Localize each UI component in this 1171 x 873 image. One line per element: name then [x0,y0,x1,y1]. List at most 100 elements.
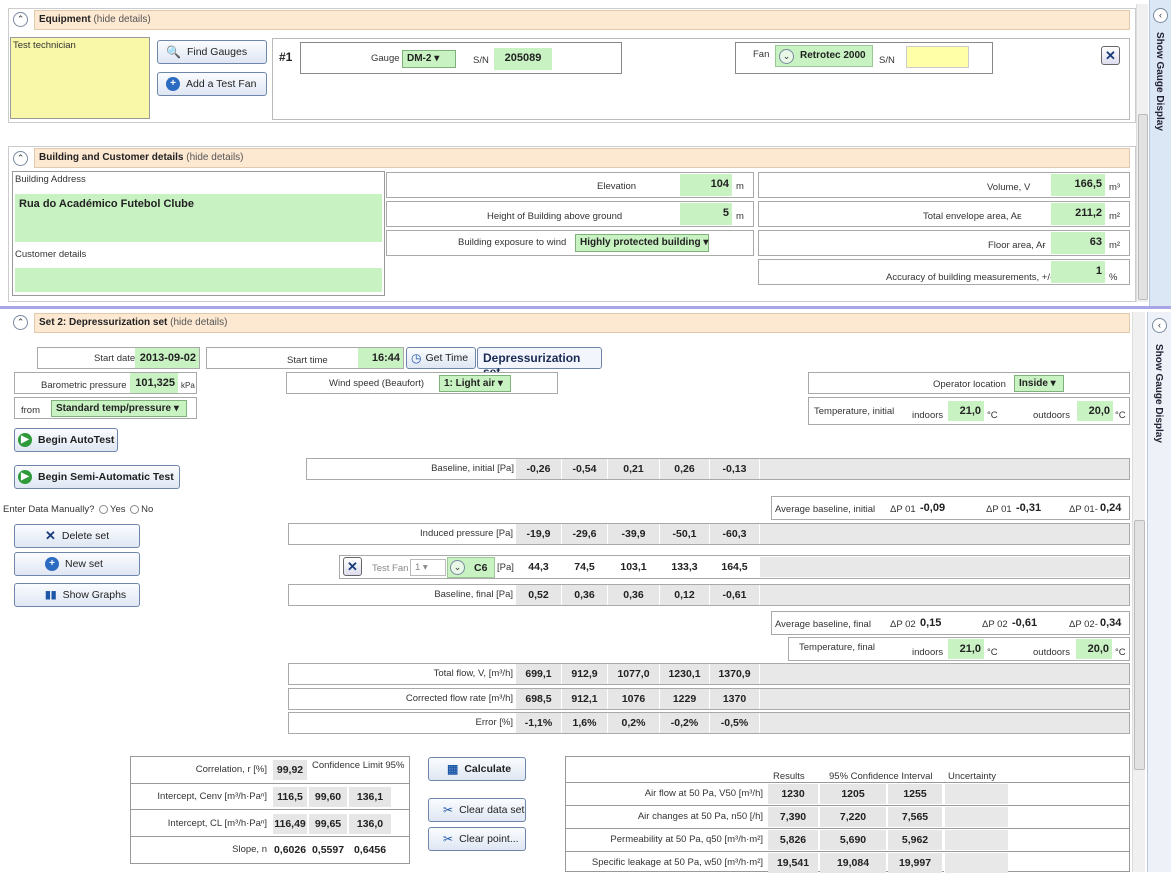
remove-fan-button[interactable]: ✕ [343,557,362,576]
stats-row-slope: Slope, n 0,6026 0,5597 0,6456 [131,838,409,863]
set-name-field[interactable]: Depressurization set [477,347,602,379]
find-gauges-label: Find Gauges [186,46,248,58]
accuracy-field[interactable]: 1 [1051,261,1105,283]
ring-selector[interactable]: ⌄ C6 [447,557,495,578]
baro-unit: kPa [181,381,195,390]
collapse-building-icon[interactable]: ⌃ [13,151,28,166]
from-value: Standard temp/pressure [56,403,172,414]
baseline-initial-cell: -0,13 [709,459,759,479]
test-fan-dropdown[interactable]: 1 ▾ [410,559,446,576]
outdoors-field[interactable]: 20,0 [1077,401,1113,421]
volume-field[interactable]: 166,5 [1051,174,1105,196]
gauge-sidebar-top[interactable]: ‹ Show Gauge Display [1149,0,1171,306]
from-dropdown[interactable]: Standard temp/pressure ▾ [51,400,187,417]
accuracy-label: Accuracy of building measurements, +/- [886,272,1054,283]
begin-semi-label: Begin Semi-Automatic Test [38,471,174,483]
begin-semi-button[interactable]: ▶ Begin Semi-Automatic Test [14,465,180,489]
delete-set-button[interactable]: ✕ Delete set [14,524,140,548]
collapse-set-icon[interactable]: ⌃ [13,315,28,330]
height-field[interactable]: 5 [680,203,732,225]
top-scrollbar[interactable] [1136,4,1148,302]
fan-selector[interactable]: ⌄ Retrotec 2000 [775,45,873,67]
baro-field[interactable]: 101,325 [130,373,178,393]
bottom-scrollbar[interactable] [1132,312,1145,872]
outdoors-final-field[interactable]: 20,0 [1076,639,1112,659]
dp02p-value: -0,61 [1012,617,1038,629]
result-label: Specific leakage at 50 Pa, w50 [m³/h·m²] [591,857,763,868]
begin-autotest-button[interactable]: ▶ Begin AutoTest [14,428,118,452]
exposure-value: Highly protected building [580,237,701,248]
yes-radio[interactable] [99,504,108,514]
set-hide-link[interactable]: (hide details) [170,317,227,328]
indoors-field[interactable]: 21,0 [948,401,984,421]
error-cell: -1,1% [515,713,561,733]
avg-baseline-final-label: Average baseline, final [775,619,871,630]
envelope-field[interactable]: 211,2 [1051,203,1105,225]
customer-field[interactable] [15,268,382,292]
no-radio[interactable] [130,504,140,514]
baseline-final-cell: 0,12 [659,585,709,605]
address-field[interactable]: Rua do Académico Futebol Clube [15,194,382,242]
clear-point-button[interactable]: ✂ Clear point... [428,827,526,851]
cl-high: 136,0 [349,814,391,834]
bottom-scroll-thumb[interactable] [1134,520,1145,770]
start-time-field[interactable]: 16:44 [358,348,403,368]
baro-label: Barometric pressure [41,380,127,391]
play-icon: ▶ [18,433,32,447]
start-date-field[interactable]: 2013-09-02 [135,348,199,368]
calculate-button[interactable]: ▦ Calculate [428,757,526,781]
delete-set-label: Delete set [61,530,110,542]
top-scroll-thumb[interactable] [1138,114,1148,300]
baseline-initial-cell: 0,26 [659,459,709,479]
gauge-sidebar-bottom[interactable]: ‹ Show Gauge Display [1147,312,1171,872]
operator-dropdown[interactable]: Inside ▾ [1014,375,1064,392]
indoors-final-label: indoors [912,647,944,658]
yes-label: Yes [110,504,126,515]
dp02-value: 0,15 [920,617,942,629]
remove-gauge-button[interactable]: ✕ [1101,46,1120,65]
results-row: Permeability at 50 Pa, q50 [m³/h·m²] 5,8… [566,828,1129,850]
results-row: Air flow at 50 Pa, V50 [m³/h] 1230 1205 … [566,782,1129,804]
new-set-label: New set [65,558,103,570]
exposure-dropdown[interactable]: Highly protected building ▾ [575,234,709,252]
gauge-index: #1 [279,50,293,64]
result-value: 7,390 [768,807,818,827]
outdoors-final-unit: °C [1115,647,1126,658]
floor-field[interactable]: 63 [1051,232,1105,254]
wind-box: Wind speed (Beaufort) 1: Light air ▾ [286,372,558,394]
clear-data-set-button[interactable]: ✂ Clear data set [428,798,526,822]
equipment-hide-link[interactable]: (hide details) [93,14,150,25]
elevation-field[interactable]: 104 [680,174,732,196]
clock-icon: ◷ [411,351,422,365]
indoors-final-field[interactable]: 21,0 [948,639,984,659]
start-date-label: Start date [94,353,136,364]
gauge-sn-field[interactable]: 205089 [494,48,552,70]
get-time-label: Get Time [425,352,469,364]
fan-label: Fan [753,49,770,60]
plus-icon: + [166,77,180,91]
baro-box: Barometric pressure 101,325 kPa [14,372,197,394]
find-gauges-button[interactable]: 🔍 Find Gauges [157,40,267,64]
scissors-icon: ✂ [443,803,454,817]
uncertainty-header: Uncertainty [948,771,997,782]
induced-cell: -60,3 [709,524,759,544]
baseline-final-cell: 0,36 [607,585,659,605]
new-set-button[interactable]: + New set [14,552,140,576]
add-test-fan-button[interactable]: + Add a Test Fan [157,72,267,96]
temp-initial-box: Temperature, initial indoors 21,0 °C out… [808,397,1130,425]
chevron-down-icon: ⌄ [779,49,794,64]
fan-sn-field[interactable] [906,46,969,68]
collapse-equipment-icon[interactable]: ⌃ [13,12,28,27]
get-time-button[interactable]: ◷ Get Time [406,347,476,369]
wind-dropdown[interactable]: 1: Light air ▾ [439,375,511,392]
from-box: from Standard temp/pressure ▾ [14,397,197,419]
building-hide-link[interactable]: (hide details) [186,152,243,163]
result-high: 5,962 [888,830,942,850]
technician-box: Test technician [10,37,150,119]
fan-sn-label: S/N [879,55,895,66]
gauge-dropdown[interactable]: DM-2 ▾ [402,50,456,68]
result-value: 1230 [768,784,818,804]
operator-value: Inside [1019,378,1048,389]
show-graphs-button[interactable]: ▮▮ Show Graphs [14,583,140,607]
result-label: Air changes at 50 Pa, n50 [/h] [637,811,763,822]
